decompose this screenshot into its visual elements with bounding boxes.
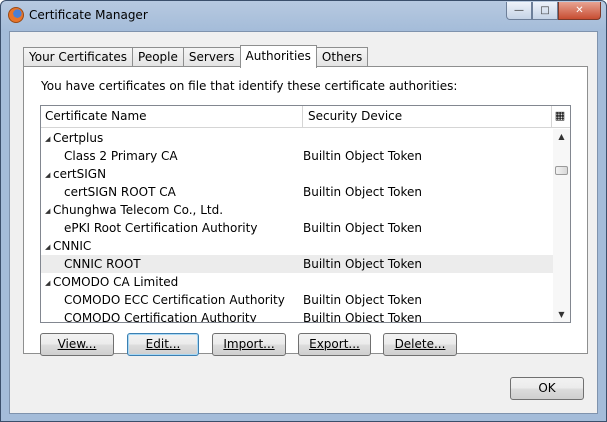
certificate-name: Class 2 Primary CA xyxy=(64,149,178,163)
ok-button[interactable]: OK xyxy=(510,377,584,400)
expanded-triangle-icon[interactable]: ◢ xyxy=(45,202,53,220)
certificate-name: CNNIC ROOT xyxy=(64,257,141,271)
authorities-tab-panel: You have certificates on file that ident… xyxy=(23,66,588,356)
tree-row[interactable]: certSIGN ROOT CA Builtin Object Token xyxy=(41,183,553,201)
tab-servers[interactable]: Servers xyxy=(182,47,241,67)
scrollbar-thumb[interactable] xyxy=(555,166,568,175)
column-header-row: Certificate Name Security Device ▦ xyxy=(41,106,570,128)
tree-rows: ◢ Certplus Class 2 Primary CA Builtin Obj… xyxy=(41,129,553,323)
group-label: COMODO CA Limited xyxy=(53,275,179,289)
maximize-button[interactable]: □ xyxy=(532,2,558,20)
close-icon: ✕ xyxy=(575,5,584,16)
vertical-scrollbar[interactable]: ▲ ▼ xyxy=(553,129,570,322)
tab-strip: Your Certificates People Servers Authori… xyxy=(23,45,369,68)
scroll-down-arrow-icon[interactable]: ▼ xyxy=(553,308,570,322)
security-device: Builtin Object Token xyxy=(303,293,423,307)
tree-row[interactable]: ePKI Root Certification Authority Builti… xyxy=(41,219,553,237)
tab-others[interactable]: Others xyxy=(315,47,369,67)
group-label: CNNIC xyxy=(53,239,92,253)
export-button[interactable]: Export... xyxy=(298,333,371,356)
delete-button[interactable]: Delete... xyxy=(383,333,457,356)
expanded-triangle-icon[interactable]: ◢ xyxy=(45,166,53,184)
minimize-button[interactable]: — xyxy=(506,2,532,20)
security-device: Builtin Object Token xyxy=(303,185,423,199)
security-device: Builtin Object Token xyxy=(303,149,423,163)
edit-button[interactable]: Edit... xyxy=(127,333,199,356)
certificate-name: COMODO Certification Authority xyxy=(64,311,257,323)
tree-row[interactable]: COMODO Certification Authority Builtin O… xyxy=(41,309,553,323)
view-button[interactable]: View... xyxy=(40,333,114,356)
certificate-name: ePKI Root Certification Authority xyxy=(64,221,258,235)
tree-group-row[interactable]: ◢ Certplus xyxy=(41,129,553,147)
title-bar[interactable]: Certificate Manager — □ ✕ xyxy=(1,1,606,31)
expanded-triangle-icon[interactable]: ◢ xyxy=(45,274,53,292)
tree-group-row[interactable]: ◢ CNNIC xyxy=(41,237,553,255)
column-header-certificate-name[interactable]: Certificate Name xyxy=(41,106,303,127)
scroll-up-arrow-icon[interactable]: ▲ xyxy=(553,130,570,144)
security-device: Builtin Object Token xyxy=(303,221,423,235)
certificate-manager-window: Certificate Manager — □ ✕ Your Certifica… xyxy=(0,0,607,422)
expanded-triangle-icon[interactable]: ◢ xyxy=(45,130,53,148)
tree-group-row[interactable]: ◢ Chunghwa Telecom Co., Ltd. xyxy=(41,201,553,219)
maximize-icon: □ xyxy=(540,5,550,16)
window-controls: — □ ✕ xyxy=(506,2,601,20)
tree-group-row[interactable]: ◢ certSIGN xyxy=(41,165,553,183)
certificate-name: COMODO ECC Certification Authority xyxy=(64,293,285,307)
import-button[interactable]: Import... xyxy=(212,333,286,356)
tree-group-row[interactable]: ◢ COMODO CA Limited xyxy=(41,273,553,291)
tab-authorities[interactable]: Authorities xyxy=(239,45,317,68)
security-device: Builtin Object Token xyxy=(303,311,423,323)
minimize-icon: — xyxy=(514,5,524,16)
tree-row[interactable]: COMODO ECC Certification Authority Built… xyxy=(41,291,553,309)
dialog-client-area: Your Certificates People Servers Authori… xyxy=(9,31,598,414)
expanded-triangle-icon[interactable]: ◢ xyxy=(45,238,53,256)
column-picker-icon[interactable]: ▦ xyxy=(553,109,567,123)
tree-row[interactable]: Class 2 Primary CA Builtin Object Token xyxy=(41,147,553,165)
security-device: Builtin Object Token xyxy=(303,257,423,271)
tree-row-selected[interactable]: CNNIC ROOT Builtin Object Token xyxy=(41,255,553,273)
group-label: Chunghwa Telecom Co., Ltd. xyxy=(53,203,224,217)
firefox-icon xyxy=(8,7,24,23)
certificate-tree[interactable]: Certificate Name Security Device ▦ ◢ Cert… xyxy=(40,105,571,323)
group-label: Certplus xyxy=(53,131,104,145)
window-title: Certificate Manager xyxy=(29,8,148,22)
certificate-name: certSIGN ROOT CA xyxy=(64,185,176,199)
tab-people[interactable]: People xyxy=(132,47,184,67)
group-label: certSIGN xyxy=(53,167,107,181)
close-button[interactable]: ✕ xyxy=(558,2,601,20)
intro-text: You have certificates on file that ident… xyxy=(41,79,458,93)
tab-your-certificates[interactable]: Your Certificates xyxy=(23,47,134,67)
column-header-security-device[interactable]: Security Device xyxy=(304,106,552,127)
